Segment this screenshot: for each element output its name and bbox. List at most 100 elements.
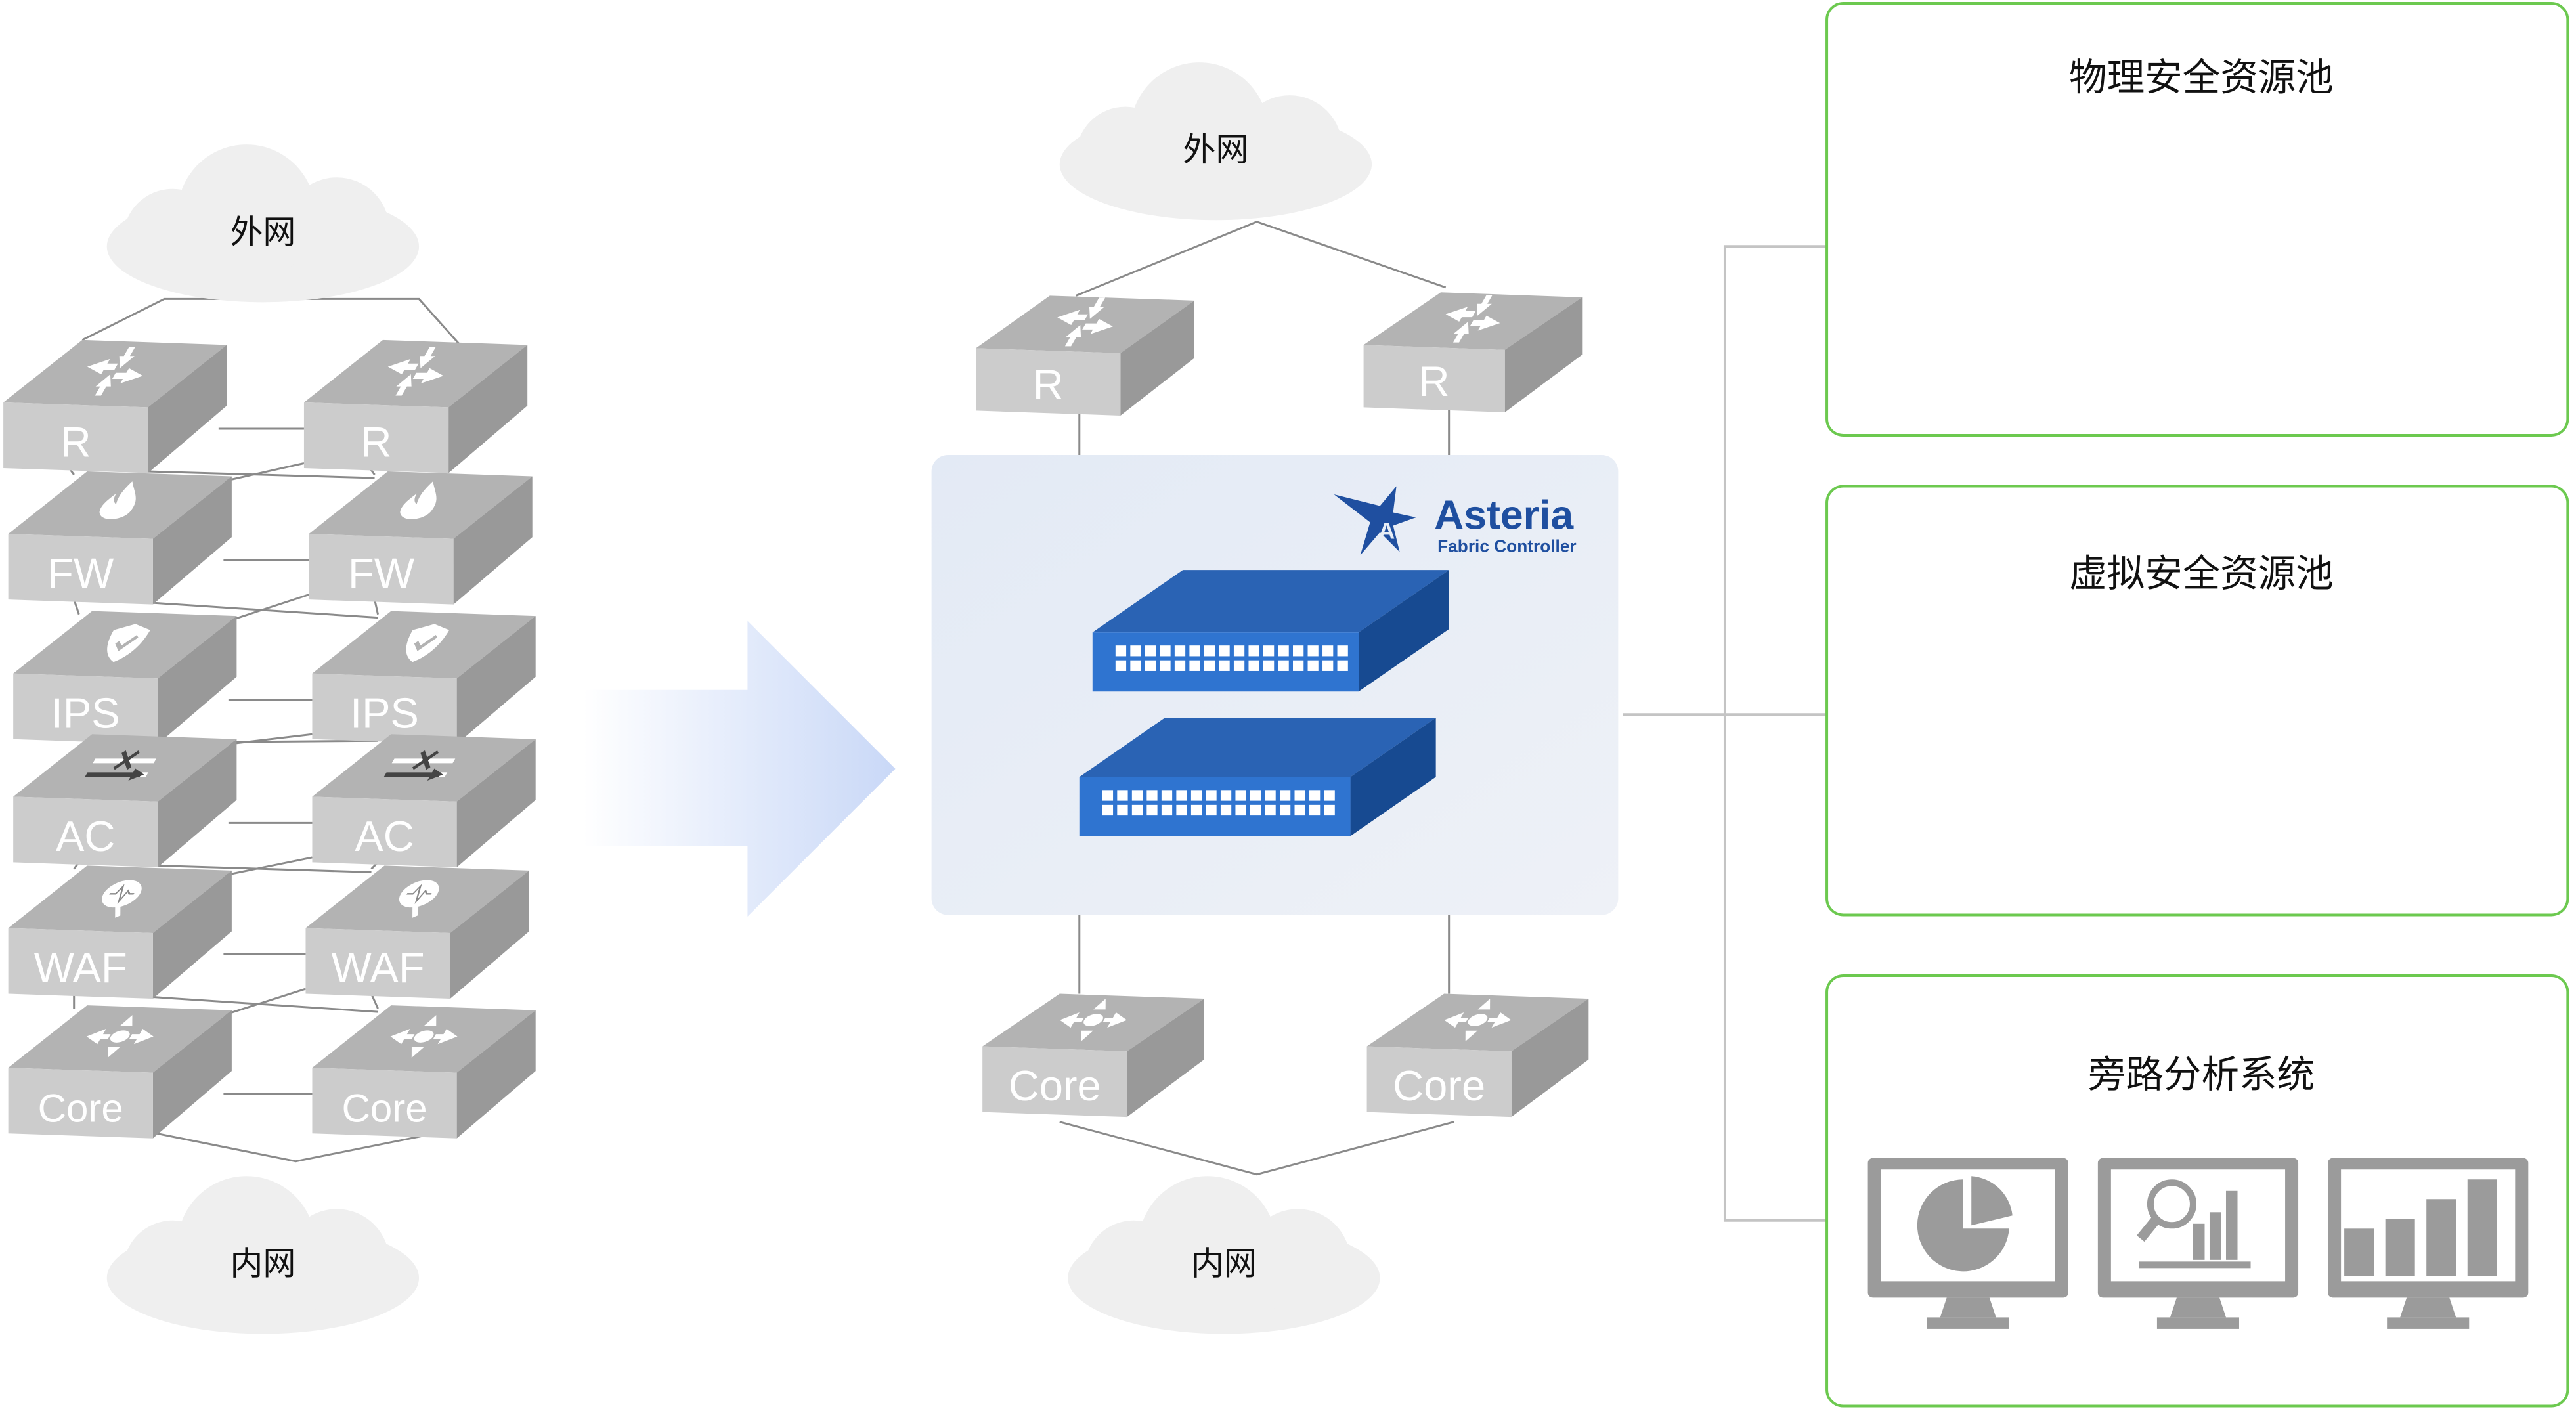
switch-port	[1293, 645, 1304, 657]
switch-port	[1190, 804, 1202, 816]
left-device-core: Core	[8, 1005, 232, 1139]
connection-line	[81, 297, 461, 346]
switch-port	[1322, 660, 1334, 671]
device-label: IPS	[350, 689, 419, 737]
center-router: R	[976, 295, 1194, 416]
resource-pool-2: 虚拟安全资源池	[1825, 485, 2569, 917]
switch-port	[1337, 645, 1348, 657]
switch-port	[1130, 645, 1141, 657]
cloud-internet-center: 外网	[1059, 62, 1372, 221]
switch-port	[1265, 804, 1276, 816]
diagram: 外网 内网 外网 内网 A Asteria Fabric Controller R R F…	[0, 0, 2576, 1411]
switch-port	[1263, 660, 1275, 671]
connection-line	[223, 856, 313, 877]
switch-port	[1307, 660, 1319, 671]
pool-title: 虚拟安全资源池	[2069, 552, 2334, 596]
switch-port	[1176, 804, 1187, 816]
device-label: Core	[1393, 1062, 1485, 1110]
connection-line	[156, 1132, 436, 1163]
switch-port	[1174, 660, 1186, 671]
switch-port	[1294, 804, 1305, 816]
switch-port	[1102, 804, 1114, 816]
device-label: FW	[47, 550, 114, 597]
switch-port	[1233, 645, 1245, 657]
switch-port	[1145, 645, 1156, 657]
device-label: AC	[355, 812, 414, 860]
device-label: IPS	[51, 689, 120, 737]
switch-port	[1233, 660, 1245, 671]
switch-port	[1174, 645, 1186, 657]
switch-port	[1176, 790, 1187, 801]
switch-port	[1220, 804, 1232, 816]
switch-port	[1279, 804, 1291, 816]
left-device-fw: FW	[309, 471, 533, 605]
left-device-r: R	[303, 339, 528, 473]
left-device-ac: AC	[312, 734, 536, 867]
svg-text:A: A	[1378, 519, 1395, 544]
switch-port	[1307, 645, 1319, 657]
left-device-ips: IPS	[312, 611, 536, 745]
left-device-fw: FW	[8, 471, 232, 605]
switch-port	[1278, 645, 1289, 657]
device-label: R	[60, 418, 91, 466]
left-device-r: R	[3, 339, 227, 473]
device-label: WAF	[331, 944, 424, 991]
switch-port	[1250, 804, 1261, 816]
pool-frame	[1825, 485, 2569, 917]
cloud-internet-left: 外网	[106, 144, 420, 303]
device-label: R	[1033, 360, 1064, 408]
switch-port	[1263, 645, 1275, 657]
switch-port	[1293, 660, 1304, 671]
center-router: R	[1363, 292, 1583, 412]
connection-line	[228, 733, 313, 745]
switch-port	[1161, 804, 1173, 816]
switch-port	[1337, 660, 1348, 671]
switch-port	[1219, 660, 1230, 671]
connection-line	[1076, 221, 1447, 297]
device-label: R	[361, 418, 392, 466]
switch-port	[1189, 660, 1200, 671]
cloud-intranet-left: 内网	[106, 1176, 420, 1334]
transform-arrow	[583, 620, 896, 917]
logo-name: Asteria	[1434, 492, 1574, 538]
switch-port	[1206, 804, 1217, 816]
switch-port	[1130, 660, 1141, 671]
connector-line	[1723, 245, 1827, 1222]
switch-port	[1146, 790, 1158, 801]
left-device-waf: WAF	[8, 865, 232, 999]
left-device-waf: WAF	[305, 865, 529, 999]
switch-port	[1248, 660, 1259, 671]
device-label: FW	[348, 550, 415, 597]
logo-subtitle: Fabric Controller	[1437, 536, 1577, 556]
switch-port	[1294, 790, 1305, 801]
switch-port	[1115, 660, 1127, 671]
left-device-core: Core	[312, 1005, 536, 1139]
pool-title: 物理安全资源池	[2069, 56, 2334, 100]
device-label: AC	[56, 812, 115, 860]
switch-port	[1131, 804, 1143, 816]
switch-port	[1145, 660, 1156, 671]
switch-port	[1117, 804, 1128, 816]
connection-line	[223, 462, 305, 483]
switch-port	[1115, 645, 1127, 657]
center-core: Core	[1366, 993, 1589, 1118]
device-label: Core	[1009, 1062, 1101, 1110]
switch-port	[1206, 790, 1217, 801]
switch-port	[1309, 804, 1321, 816]
switch-port	[1161, 790, 1173, 801]
switch-port	[1324, 804, 1335, 816]
left-device-ips: IPS	[13, 611, 237, 745]
switch-port	[1250, 790, 1261, 801]
device-label: Core	[341, 1087, 427, 1131]
switch-port	[1102, 790, 1114, 801]
switch-port	[1309, 790, 1321, 801]
switch-port	[1146, 804, 1158, 816]
switch-port	[1117, 790, 1128, 801]
switch-port	[1248, 645, 1259, 657]
switch-port	[1160, 660, 1171, 671]
left-device-ac: AC	[13, 734, 237, 867]
pool-title: 旁路分析系统	[2088, 1053, 2315, 1096]
cloud-label: 外网	[230, 213, 295, 251]
switch-port	[1324, 790, 1335, 801]
switch-port	[1220, 790, 1232, 801]
